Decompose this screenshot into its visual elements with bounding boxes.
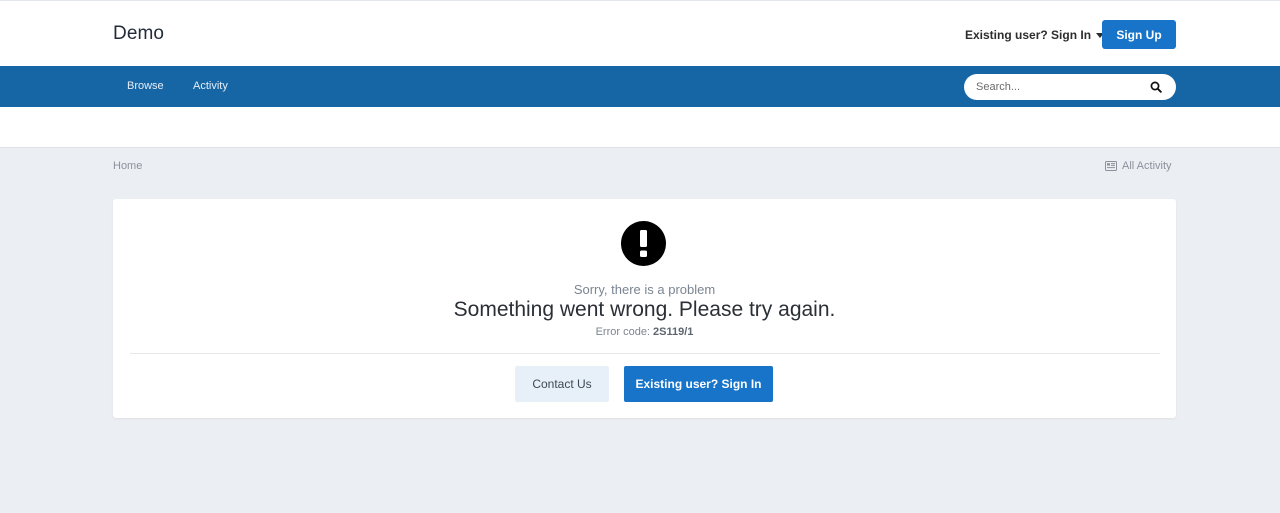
search-box — [964, 74, 1176, 100]
card-divider — [130, 353, 1160, 354]
signin-link-label: Existing user? Sign In — [965, 28, 1092, 42]
error-subtitle: Sorry, there is a problem — [573, 282, 716, 297]
page: Demo Existing user? Sign In Sign Up Brow… — [0, 0, 1280, 513]
error-message: Something went wrong. Please try again. — [453, 298, 836, 321]
nav-item-browse[interactable]: Browse — [127, 80, 164, 92]
signin-dropdown[interactable]: Existing user? Sign In — [965, 28, 1105, 42]
search-input[interactable] — [976, 74, 1146, 100]
all-activity-link[interactable]: All Activity — [1105, 160, 1172, 172]
exclamation-circle-icon — [621, 221, 666, 266]
error-code-line: Error code: 2S119/1 — [113, 326, 1176, 338]
search-icon[interactable] — [1150, 81, 1162, 93]
site-logo[interactable]: Demo — [113, 23, 164, 45]
site-header: Demo Existing user? Sign In Sign Up — [0, 0, 1280, 66]
contact-us-button[interactable]: Contact Us — [515, 366, 609, 402]
error-code-label: Error code: — [595, 326, 654, 338]
all-activity-label: All Activity — [1122, 160, 1172, 172]
nav-item-activity[interactable]: Activity — [193, 80, 228, 92]
breadcrumb-home[interactable]: Home — [113, 160, 142, 172]
main-nav: Browse Activity — [0, 66, 1280, 107]
error-card: Sorry, there is a problem Something went… — [113, 199, 1176, 418]
error-code-value: 2S119/1 — [653, 326, 694, 338]
secondary-nav-strip — [0, 107, 1280, 148]
signin-button[interactable]: Existing user? Sign In — [624, 366, 773, 402]
signup-button[interactable]: Sign Up — [1102, 20, 1176, 49]
activity-feed-icon — [1105, 161, 1117, 171]
